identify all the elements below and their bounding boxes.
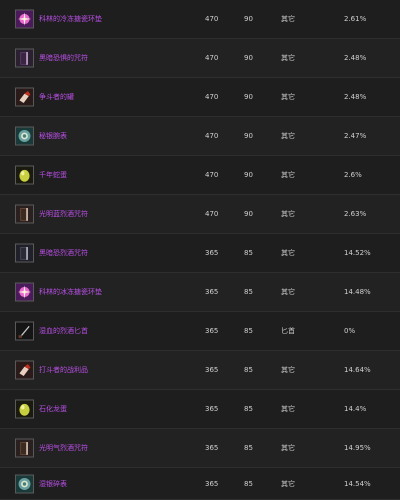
drop-percent: 14.64% bbox=[344, 366, 371, 374]
fist-weapon-icon[interactable] bbox=[15, 360, 34, 380]
drop-percent: 0% bbox=[344, 327, 356, 335]
required-level: 90 bbox=[244, 132, 253, 140]
drop-percent: 2.63% bbox=[344, 210, 367, 218]
fist-weapon-icon[interactable] bbox=[15, 87, 34, 107]
table-row: 科林的冰冻搪瓷环垫 365 85 其它 14.48% bbox=[0, 273, 400, 312]
spark-trinket-icon[interactable] bbox=[15, 282, 34, 302]
item-level: 365 bbox=[205, 366, 219, 374]
item-slot: 其它 bbox=[281, 171, 295, 179]
item-table: 科林的冷冻搪瓷环垫 470 90 其它 2.61% 黑暗恐惧的咒符 470 90… bbox=[0, 0, 400, 500]
relic-disc-icon[interactable] bbox=[15, 474, 34, 493]
required-level: 90 bbox=[244, 210, 253, 218]
item-name-link[interactable]: 科林的冰冻搪瓷环垫 bbox=[39, 287, 102, 297]
dagger-icon[interactable] bbox=[15, 321, 34, 341]
drop-percent: 14.54% bbox=[344, 479, 371, 488]
item-level: 365 bbox=[205, 288, 219, 296]
drop-percent: 2.47% bbox=[344, 132, 367, 140]
item-name-link[interactable]: 石化龙蛋 bbox=[39, 404, 67, 414]
item-slot: 匕首 bbox=[281, 327, 295, 335]
required-level: 85 bbox=[244, 444, 253, 452]
required-level: 85 bbox=[244, 366, 253, 374]
yellow-egg-icon[interactable] bbox=[15, 399, 34, 419]
item-slot: 其它 bbox=[281, 288, 295, 296]
item-slot: 其它 bbox=[281, 405, 295, 413]
dark-tome-icon[interactable] bbox=[15, 48, 34, 68]
item-level: 365 bbox=[205, 327, 219, 335]
item-name-link[interactable]: 科林的冷冻搪瓷环垫 bbox=[39, 14, 102, 24]
table-row: 黑暗恐惧的咒符 470 90 其它 2.48% bbox=[0, 39, 400, 78]
item-slot: 其它 bbox=[281, 210, 295, 218]
item-slot: 其它 bbox=[281, 444, 295, 452]
drop-percent: 14.52% bbox=[344, 249, 371, 257]
item-level: 365 bbox=[205, 249, 219, 257]
item-level: 470 bbox=[205, 171, 219, 179]
required-level: 90 bbox=[244, 15, 253, 23]
required-level: 85 bbox=[244, 327, 253, 335]
item-name-link[interactable]: 千年蛇蛋 bbox=[39, 170, 67, 180]
drop-percent: 14.4% bbox=[344, 405, 367, 413]
table-row: 科林的冷冻搪瓷环垫 470 90 其它 2.61% bbox=[0, 0, 400, 39]
item-slot: 其它 bbox=[281, 132, 295, 140]
item-slot: 其它 bbox=[281, 366, 295, 374]
table-row: 光明气烈酒咒符 365 85 其它 14.95% bbox=[0, 429, 400, 468]
table-row: 湿银碎表 365 85 其它 14.54% bbox=[0, 468, 400, 500]
dark-tome-icon[interactable] bbox=[15, 243, 34, 263]
item-level: 365 bbox=[205, 479, 219, 488]
item-name-link[interactable]: 湿血的烈酒匕首 bbox=[39, 326, 88, 336]
item-name-link[interactable]: 光明气烈酒咒符 bbox=[39, 443, 88, 453]
item-level: 470 bbox=[205, 15, 219, 23]
table-row: 湿血的烈酒匕首 365 85 匕首 0% bbox=[0, 312, 400, 351]
item-name-link[interactable]: 黑暗恐惧的咒符 bbox=[39, 53, 88, 63]
item-slot: 其它 bbox=[281, 93, 295, 101]
drop-percent: 2.6% bbox=[344, 171, 362, 179]
table-row: 黑暗恐烈酒咒符 365 85 其它 14.52% bbox=[0, 234, 400, 273]
item-name-link[interactable]: 湿银碎表 bbox=[39, 479, 67, 489]
item-level: 470 bbox=[205, 210, 219, 218]
table-row: 秘银腕表 470 90 其它 2.47% bbox=[0, 117, 400, 156]
table-row: 石化龙蛋 365 85 其它 14.4% bbox=[0, 390, 400, 429]
item-level: 470 bbox=[205, 93, 219, 101]
item-name-link[interactable]: 黑暗恐烈酒咒符 bbox=[39, 248, 88, 258]
item-name-link[interactable]: 打斗者的战利品 bbox=[39, 365, 88, 375]
required-level: 90 bbox=[244, 54, 253, 62]
required-level: 85 bbox=[244, 249, 253, 257]
dark-tome-icon[interactable] bbox=[15, 438, 34, 458]
dark-tome-icon[interactable] bbox=[15, 204, 34, 224]
drop-percent: 2.48% bbox=[344, 93, 367, 101]
item-slot: 其它 bbox=[281, 249, 295, 257]
yellow-egg-icon[interactable] bbox=[15, 165, 34, 185]
drop-percent: 14.95% bbox=[344, 444, 371, 452]
item-name-link[interactable]: 秘银腕表 bbox=[39, 131, 67, 141]
item-level: 470 bbox=[205, 54, 219, 62]
required-level: 90 bbox=[244, 171, 253, 179]
relic-disc-icon[interactable] bbox=[15, 126, 34, 146]
item-level: 365 bbox=[205, 405, 219, 413]
drop-percent: 2.61% bbox=[344, 15, 367, 23]
item-level: 365 bbox=[205, 444, 219, 452]
spark-trinket-icon[interactable] bbox=[15, 9, 34, 29]
table-row: 打斗者的战利品 365 85 其它 14.64% bbox=[0, 351, 400, 390]
required-level: 90 bbox=[244, 93, 253, 101]
required-level: 85 bbox=[244, 405, 253, 413]
drop-percent: 14.48% bbox=[344, 288, 371, 296]
table-row: 光明蓝烈酒咒符 470 90 其它 2.63% bbox=[0, 195, 400, 234]
table-row: 千年蛇蛋 470 90 其它 2.6% bbox=[0, 156, 400, 195]
item-name-link[interactable]: 争斗者的罐 bbox=[39, 92, 74, 102]
item-level: 470 bbox=[205, 132, 219, 140]
item-slot: 其它 bbox=[281, 479, 295, 488]
required-level: 85 bbox=[244, 288, 253, 296]
item-name-link[interactable]: 光明蓝烈酒咒符 bbox=[39, 209, 88, 219]
item-slot: 其它 bbox=[281, 15, 295, 23]
required-level: 85 bbox=[244, 479, 253, 488]
drop-percent: 2.48% bbox=[344, 54, 367, 62]
table-row: 争斗者的罐 470 90 其它 2.48% bbox=[0, 78, 400, 117]
item-slot: 其它 bbox=[281, 54, 295, 62]
